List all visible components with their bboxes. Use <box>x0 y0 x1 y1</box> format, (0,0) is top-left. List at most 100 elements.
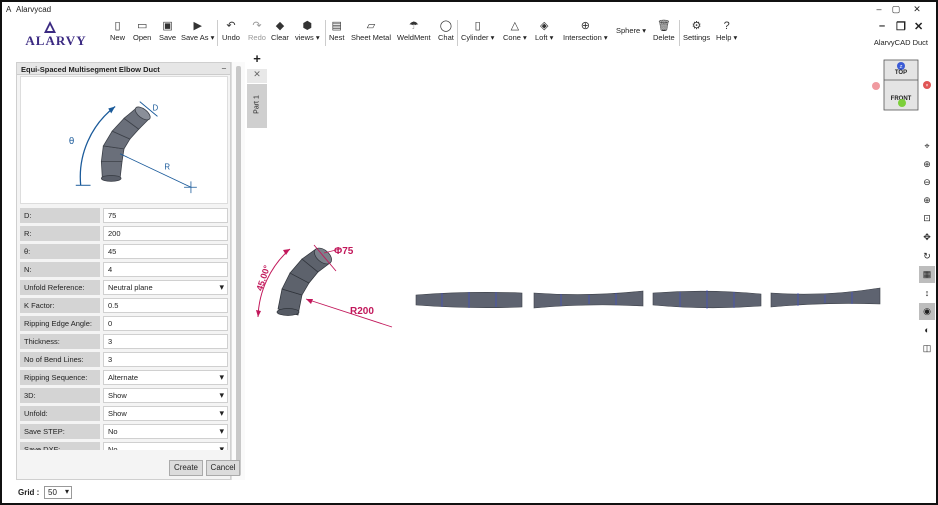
settings-button[interactable]: ⚙ Settings <box>683 20 710 46</box>
scrollbar-thumb[interactable] <box>236 66 241 476</box>
unfold-reference-select[interactable]: Neutral plane <box>103 280 228 295</box>
panel-scrollbar[interactable] <box>231 62 245 480</box>
open-label: Open <box>133 33 152 42</box>
field-theta: θ: 45 <box>20 244 228 260</box>
close-icon[interactable]: ✕ <box>910 4 924 15</box>
undo-button[interactable]: ↶ Undo <box>222 20 240 46</box>
save-step-select[interactable]: No <box>103 424 228 439</box>
tab-part-1[interactable]: Part 1 <box>247 84 267 128</box>
unfold-segment-2 <box>533 290 644 309</box>
zoom-out-icon[interactable]: ⊖ <box>919 174 935 191</box>
sphere-button[interactable]: Sphere ▾ <box>616 26 646 52</box>
chat-button[interactable]: ◯ Chat <box>438 20 454 46</box>
grid-select[interactable]: 50 <box>44 486 72 499</box>
field-label: Thickness: <box>20 334 100 349</box>
view-cube[interactable]: Z TOP FRONT × <box>868 58 938 114</box>
clear-button[interactable]: ◆ Clear <box>271 20 289 46</box>
delete-button[interactable]: 🗑 Delete <box>653 20 675 46</box>
k-factor-input[interactable]: 0.5 <box>103 298 228 313</box>
cancel-button[interactable]: Cancel <box>206 460 240 476</box>
clear-icon: ◆ <box>275 20 285 32</box>
field-3d: 3D: Show <box>20 388 228 404</box>
field-label: R: <box>20 226 100 241</box>
rotate-icon[interactable]: ↻ <box>919 248 935 265</box>
add-part-button[interactable]: + <box>247 51 267 67</box>
field-unfold-reference: Unfold Reference: Neutral plane <box>20 280 228 296</box>
radius-dimension: R200 <box>350 306 374 317</box>
minimize-icon[interactable]: – <box>872 4 886 14</box>
eye-icon[interactable]: ◉ <box>919 303 935 320</box>
new-button[interactable]: ▯ New <box>110 20 125 46</box>
contrast-icon[interactable]: ◐ <box>919 322 935 339</box>
grid-icon[interactable]: ▦ <box>919 266 935 283</box>
weldment-button[interactable]: ☂ WeldMent <box>397 20 431 46</box>
field-label: N: <box>20 262 100 277</box>
cone-label: Cone ▾ <box>503 33 527 42</box>
field-r: R: 200 <box>20 226 228 242</box>
neg-x-axis-icon <box>872 82 880 90</box>
zoom-window-icon[interactable]: ⊡ <box>919 210 935 227</box>
toolbar-divider <box>679 20 680 46</box>
clear-label: Clear <box>271 33 289 42</box>
angle-dimension: 45.00° <box>254 264 272 292</box>
d-input[interactable]: 75 <box>103 208 228 223</box>
chat-label: Chat <box>438 33 454 42</box>
maximize-icon[interactable]: ▢ <box>889 4 903 15</box>
open-button[interactable]: ▭ Open <box>133 20 151 46</box>
field-d: D: 75 <box>20 208 228 224</box>
vertical-icon[interactable]: ↕ <box>919 285 935 302</box>
field-label: 3D: <box>20 388 100 403</box>
pan-icon[interactable]: ✥ <box>919 229 935 246</box>
ripping-edge-angle-input[interactable]: 0 <box>103 316 228 331</box>
diagram-d-label: D <box>153 103 159 112</box>
redo-label: Redo <box>248 33 266 42</box>
field-label: Ripping Edge Angle: <box>20 316 100 331</box>
field-label: No of Bend Lines: <box>20 352 100 367</box>
mouse-icon[interactable]: ⌖ <box>919 138 935 155</box>
cone-button[interactable]: △ Cone ▾ <box>503 20 527 46</box>
loft-button[interactable]: ◈ Loft ▾ <box>535 20 553 46</box>
cylinder-icon: ▯ <box>474 20 481 32</box>
doc-close-icon[interactable]: ✕ <box>914 20 923 33</box>
save-dxf-select[interactable]: No <box>103 442 228 450</box>
zoom-in-icon[interactable]: ⊕ <box>919 156 935 173</box>
zoom-fit-icon[interactable]: ⊕ <box>919 192 935 209</box>
field-thickness: Thickness: 3 <box>20 334 228 350</box>
doc-restore-icon[interactable]: ❐ <box>896 20 906 33</box>
create-button[interactable]: Create <box>169 460 203 476</box>
elbow-3d-model[interactable]: 45.00° Φ75 R200 <box>246 227 396 337</box>
panel-title: Equi-Spaced Multisegment Elbow Duct <box>21 65 160 74</box>
field-label: Save STEP: <box>20 424 100 439</box>
theta-input[interactable]: 45 <box>103 244 228 259</box>
nest-button[interactable]: ▤ Nest <box>329 20 344 46</box>
unfolded-patterns[interactable] <box>414 285 884 313</box>
sheet-metal-label: Sheet Metal <box>351 33 392 42</box>
doc-minimize-icon[interactable]: – <box>879 20 885 32</box>
n-input[interactable]: 4 <box>103 262 228 277</box>
intersection-button[interactable]: ⊕ Intersection ▾ <box>563 20 608 46</box>
sphere-label: Sphere ▾ <box>616 26 647 35</box>
new-label: New <box>110 33 126 42</box>
cylinder-button[interactable]: ▯ Cylinder ▾ <box>461 20 494 46</box>
views-button[interactable]: ⬢ views ▾ <box>295 20 320 46</box>
nest-icon: ▤ <box>331 20 342 32</box>
field-label: D: <box>20 208 100 223</box>
unfold-select[interactable]: Show <box>103 406 228 421</box>
settings-icon: ⚙ <box>691 20 702 32</box>
save-as-button[interactable]: ▶ Save As ▾ <box>181 20 214 46</box>
unfold-segment-4 <box>770 287 881 308</box>
r-input[interactable]: 200 <box>103 226 228 241</box>
collapse-icon[interactable]: – <box>222 63 226 72</box>
ripping-sequence-select[interactable]: Alternate <box>103 370 228 385</box>
layers-icon[interactable]: ◫ <box>919 340 935 357</box>
cone-icon: △ <box>510 20 520 32</box>
bend-lines-input[interactable]: 3 <box>103 352 228 367</box>
sheet-metal-button[interactable]: ▱ Sheet Metal <box>351 20 391 46</box>
save-button[interactable]: ▣ Save <box>159 20 176 46</box>
grid-label: Grid : <box>18 488 40 497</box>
3d-select[interactable]: Show <box>103 388 228 403</box>
thickness-input[interactable]: 3 <box>103 334 228 349</box>
redo-button[interactable]: ↷ Redo <box>248 20 266 46</box>
help-button[interactable]: ? Help ▾ <box>716 20 737 46</box>
close-part-icon[interactable]: ✕ <box>247 69 267 83</box>
